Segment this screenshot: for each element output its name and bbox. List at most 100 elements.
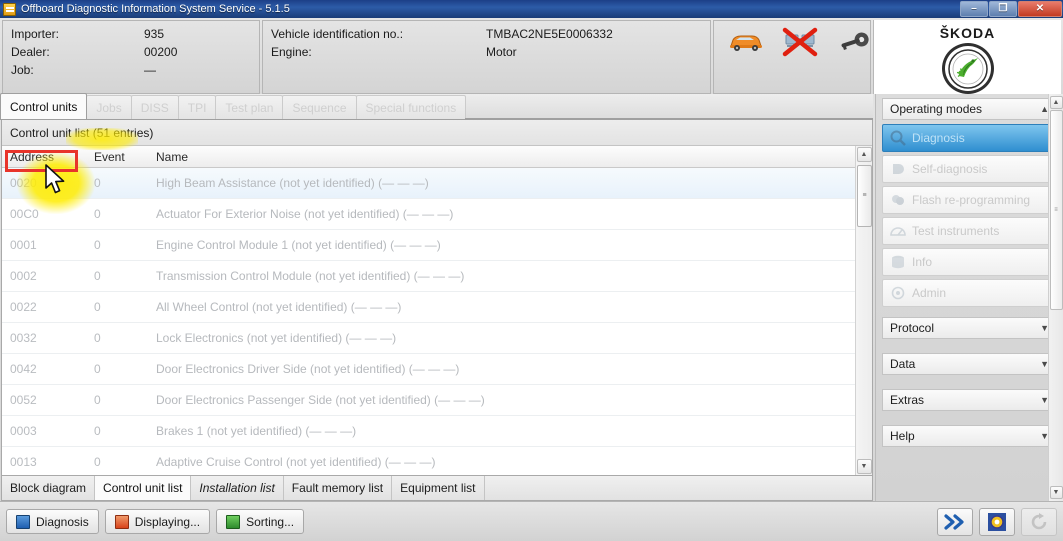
mode-diagnosis[interactable]: Diagnosis [882,124,1057,152]
scrollbar-thumb[interactable]: ≡ [857,165,872,227]
tab-tpi[interactable]: TPI [177,95,217,119]
bottom-toolbar: Diagnosis Displaying... Sorting... [0,501,1063,541]
subtab-label: Equipment list [400,481,476,495]
tab-control-units[interactable]: Control units [0,93,88,119]
subtab-installation-list[interactable]: Installation list [191,476,284,500]
cell-name: Engine Control Module 1 (not yet identif… [156,238,441,252]
table-row[interactable]: 0022 0 All Wheel Control (not yet identi… [2,292,855,323]
job-row: Job: — [11,62,251,78]
restore-button[interactable]: ❐ [989,1,1017,17]
cell-name: Door Electronics Driver Side (not yet id… [156,362,460,376]
close-button[interactable]: ✕ [1018,1,1062,17]
cell-event: 0 [94,455,101,469]
section-extras[interactable]: Extras ▼ [882,389,1057,411]
table-row[interactable]: 0042 0 Door Electronics Driver Side (not… [2,354,855,385]
sidebar-scrollbar-thumb[interactable]: ≡ [1049,110,1063,310]
vin-label: Vehicle identification no.: [271,27,404,41]
subtab-label: Fault memory list [291,481,384,495]
target-icon[interactable] [979,507,1015,536]
column-header-address[interactable]: Address [2,150,86,164]
car-icon[interactable] [720,25,772,59]
scroll-down-icon[interactable]: ▼ [856,459,872,474]
status-icons-panel [713,20,972,94]
section-operating-modes[interactable]: Operating modes ▲ [882,98,1057,120]
tab-special-functions[interactable]: Special functions [355,95,467,119]
sidebar-scroll-down-icon[interactable]: ▼ [1049,486,1063,499]
mode-label: Admin [912,286,947,300]
cell-address: 0001 [10,238,37,252]
subtab-control-unit-list[interactable]: Control unit list [95,476,192,500]
cell-address: 00C0 [10,207,39,221]
brand-name: ŠKODA [939,25,996,41]
connection-disconnected-icon[interactable] [774,25,826,59]
tab-sequence[interactable]: Sequence [282,95,357,119]
control-unit-grid: Address Event Name 0020 0 High Beam Assi… [2,146,855,475]
tab-label: DISS [140,100,169,115]
mode-admin[interactable]: Admin [882,279,1057,307]
dealer-label: Dealer: [11,45,50,59]
section-title: Operating modes [890,102,983,116]
sorting-button[interactable]: Sorting... [216,509,305,534]
tab-label: Special functions [365,100,457,115]
table-row[interactable]: 0013 0 Adaptive Cruise Control (not yet … [2,447,855,475]
table-row[interactable]: 0052 0 Door Electronics Passenger Side (… [2,385,855,416]
diagnosis-square-icon [16,514,30,529]
diagnosis-button[interactable]: Diagnosis [6,509,99,534]
tab-label: Test plan [225,100,274,115]
info-icon [889,254,906,271]
table-row[interactable]: 0002 0 Transmission Control Module (not … [2,261,855,292]
sidebar-scrollbar[interactable]: ▲ ▼ ≡ [1048,94,1063,501]
control-unit-list-title: Control unit list (51 entries) [2,120,872,146]
application-window: Offboard Diagnostic Information System S… [0,0,1063,541]
mode-info[interactable]: Info [882,248,1057,276]
restore-icon: ❐ [998,3,1008,14]
mode-label: Test instruments [912,224,1000,238]
table-row[interactable]: 0032 0 Lock Electronics (not yet identif… [2,323,855,354]
tab-diss[interactable]: DISS [130,95,179,119]
subtab-equipment-list[interactable]: Equipment list [392,476,485,500]
mode-test-instruments[interactable]: Test instruments [882,217,1057,245]
importer-label: Importer: [11,27,60,41]
scroll-up-icon[interactable]: ▲ [856,147,872,162]
section-data[interactable]: Data ▼ [882,353,1057,375]
tab-test-plan[interactable]: Test plan [215,95,284,119]
mode-self-diagnosis[interactable]: Self-diagnosis [882,155,1057,183]
sidebar-scroll-up-icon[interactable]: ▲ [1049,96,1063,109]
operating-modes-list: Diagnosis Self-diagnosis Flash re-progra… [882,124,1057,307]
subtab-block-diagram[interactable]: Block diagram [2,476,96,500]
brand-panel: ŠKODA [873,20,1061,94]
tab-jobs[interactable]: Jobs [86,95,132,119]
section-help[interactable]: Help ▼ [882,425,1057,447]
cell-address: 0003 [10,424,37,438]
dealer-value: 00200 [144,45,178,59]
cell-address: 0002 [10,269,37,283]
table-row[interactable]: 0020 0 High Beam Assistance (not yet ide… [2,168,855,199]
table-row[interactable]: 00C0 0 Actuator For Exterior Noise (not … [2,199,855,230]
column-header-name[interactable]: Name [148,150,855,164]
cell-address: 0022 [10,300,37,314]
forward-double-chevron-icon[interactable] [937,507,973,536]
grid-vertical-scrollbar[interactable]: ▲ ▼ ≡ [855,146,872,475]
diagnosis-icon [889,130,906,147]
displaying-button[interactable]: Displaying... [104,509,211,534]
close-icon: ✕ [1035,3,1045,14]
section-protocol[interactable]: Protocol ▼ [882,317,1057,339]
mode-label: Info [912,255,933,269]
subtab-fault-memory-list[interactable]: Fault memory list [283,476,393,500]
cell-address: 0042 [10,362,37,376]
mode-flash-reprogramming[interactable]: Flash re-programming [882,186,1057,214]
control-unit-pane: Control unit list (51 entries) Address E… [1,120,873,476]
column-header-event[interactable]: Event [86,150,148,164]
skoda-logo-icon [941,43,994,94]
table-row[interactable]: 0001 0 Engine Control Module 1 (not yet … [2,230,855,261]
main-body: Control units Jobs DISS TPI Test plan Se… [0,93,1063,501]
mode-label: Self-diagnosis [912,162,988,176]
minimize-button[interactable]: – [960,1,988,17]
bottom-left-buttons: Diagnosis Displaying... Sorting... [6,509,305,534]
table-row[interactable]: 0003 0 Brakes 1 (not yet identified) (— … [2,416,855,447]
cell-address: 0020 [10,176,37,190]
main-tab-strip: Control units Jobs DISS TPI Test plan Se… [0,93,873,120]
cell-event: 0 [94,176,101,190]
cell-name: Door Electronics Passenger Side (not yet… [156,393,485,407]
